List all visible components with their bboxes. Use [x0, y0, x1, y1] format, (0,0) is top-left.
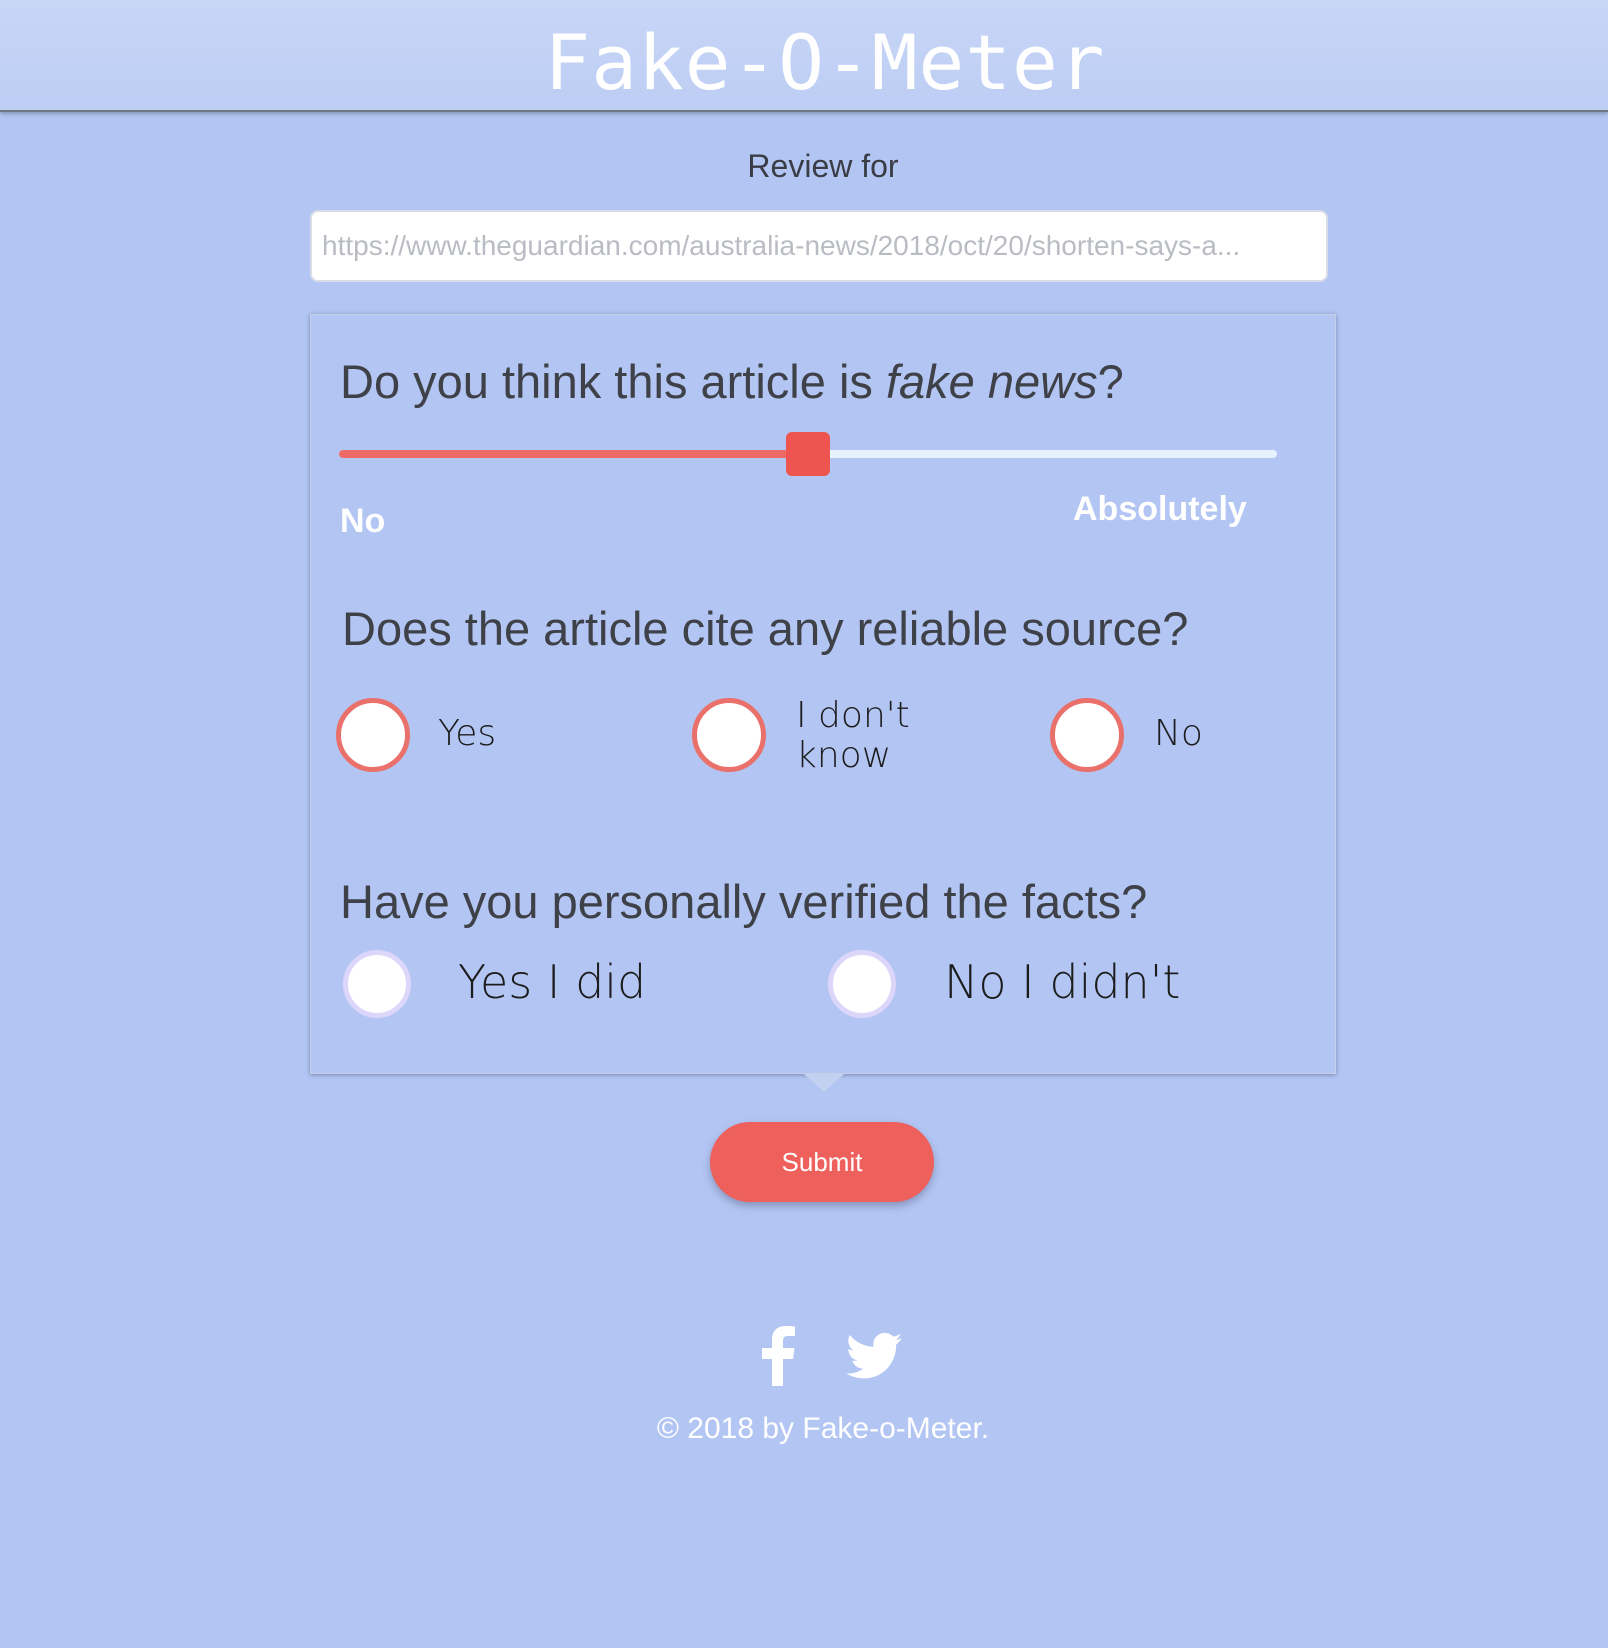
verified-yes-radio[interactable]: [343, 950, 411, 1018]
article-url-input[interactable]: [310, 210, 1328, 282]
source-yes-radio[interactable]: [336, 698, 410, 772]
source-dont-know-label: I don't know: [796, 695, 910, 776]
source-no-radio[interactable]: [1050, 698, 1124, 772]
review-label: Review for: [747, 148, 899, 184]
fake-news-slider-handle[interactable]: [786, 432, 830, 476]
fake-news-slider-fill: [339, 450, 808, 458]
facebook-icon[interactable]: [760, 1326, 796, 1386]
fake-news-question-prefix: Do you think this article is: [340, 355, 886, 408]
slider-max-label: Absolutely: [1073, 490, 1247, 528]
card-pointer: [804, 1074, 844, 1092]
fake-news-question-suffix: ?: [1097, 355, 1124, 408]
source-dont-know-radio[interactable]: [692, 698, 766, 772]
verified-yes-label: Yes I did: [458, 955, 647, 1009]
fake-news-question: Do you think this article is fake news?: [340, 354, 1124, 409]
site-title: Fake-O-Meter: [544, 18, 1106, 107]
verified-no-label: No I didn't: [944, 955, 1181, 1009]
verified-no-radio[interactable]: [828, 950, 896, 1018]
site-header: Fake-O-Meter: [0, 0, 1608, 112]
reliable-source-question: Does the article cite any reliable sourc…: [342, 602, 1189, 655]
source-no-label: No: [1154, 713, 1203, 754]
fake-news-question-emphasis: fake news: [885, 355, 1098, 408]
slider-min-label: No: [340, 502, 386, 540]
source-yes-label: Yes: [438, 713, 497, 754]
twitter-icon[interactable]: [846, 1326, 902, 1386]
verified-question: Have you personally verified the facts?: [340, 875, 1148, 928]
copyright-text: © 2018 by Fake-o-Meter.: [656, 1412, 990, 1445]
submit-button[interactable]: Submit: [710, 1122, 934, 1202]
